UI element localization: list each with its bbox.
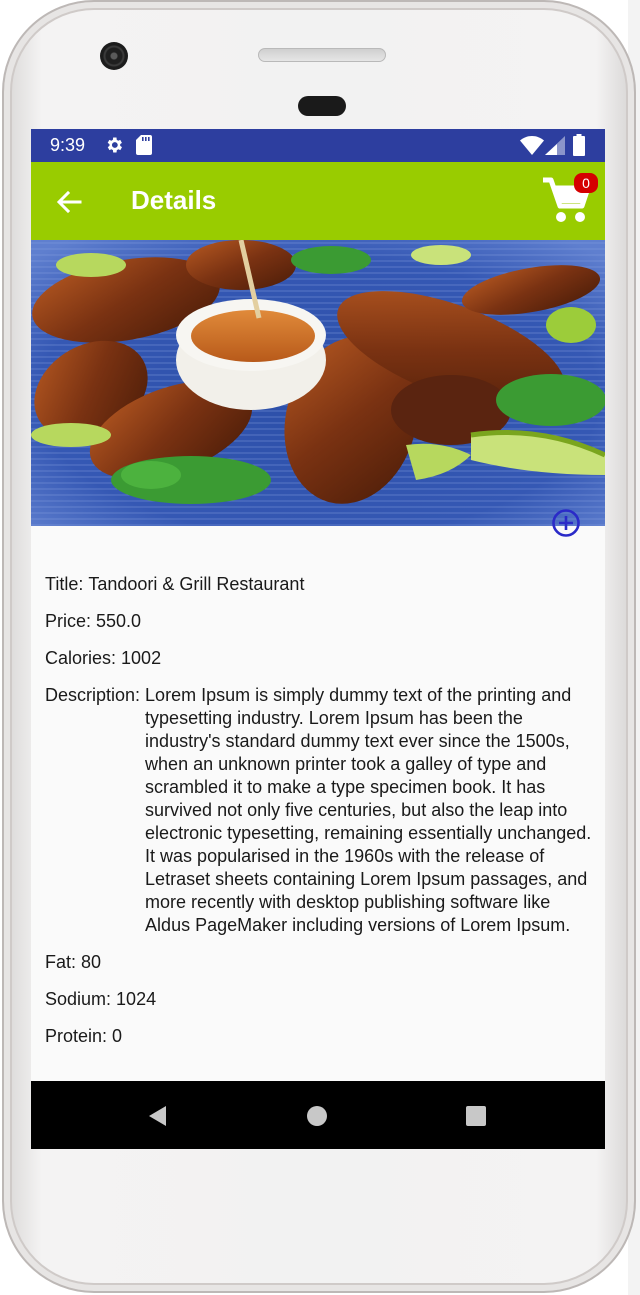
page-title: Details [131,185,217,215]
detail-sodium-row: Sodium: 1024 [45,988,597,1011]
detail-protein-row: Protein: 0 [45,1025,597,1048]
detail-description-row: Description: Lorem Ipsum is simply dummy… [45,684,597,937]
earpiece-speaker [258,48,386,62]
add-circle-icon[interactable] [550,507,582,539]
fat-value: 80 [81,952,102,972]
detail-fat-row: Fat: 80 [45,951,597,974]
detail-title-row: Title: Tandoori & Grill Restaurant [45,573,597,596]
front-camera [100,42,128,70]
back-arrow-icon[interactable] [51,184,87,220]
calories-value: 1002 [121,648,162,668]
description-label: Description: [45,685,141,705]
system-navigation-bar [31,1081,605,1149]
settings-gear-icon [107,137,122,153]
protein-value: 0 [112,1026,123,1046]
battery-icon [573,134,585,156]
cell-signal-icon [545,136,565,155]
fat-label: Fat: [45,952,77,972]
status-bar: 9:39 [31,129,605,162]
sodium-value: 1024 [116,989,157,1009]
price-value: 550.0 [96,611,142,631]
detail-calories-row: Calories: 1002 [45,647,597,670]
proximity-sensor [298,96,346,116]
sd-card-icon [136,135,152,155]
price-label: Price: [45,611,92,631]
sodium-label: Sodium: [45,989,112,1009]
protein-label: Protein: [45,1026,108,1046]
food-details: Title: Tandoori & Grill Restaurant Price… [45,573,597,1062]
cart-count-badge: 0 [574,173,598,193]
wifi-icon [520,136,544,155]
description-value: Lorem Ipsum is simply dummy text of the … [145,685,592,935]
phone-screen: 9:39 Details 0 Title: Tandoori & Grill R… [31,129,605,1149]
title-label: Title: [45,574,84,594]
nav-home-icon[interactable] [306,1105,328,1127]
app-bar: Details 0 [31,162,605,240]
calories-label: Calories: [45,648,117,668]
title-value: Tandoori & Grill Restaurant [88,574,305,594]
nav-recents-icon[interactable] [465,1105,487,1127]
status-time: 9:39 [50,135,86,155]
food-image [31,240,605,526]
nav-back-icon[interactable] [147,1105,169,1127]
detail-price-row: Price: 550.0 [45,610,597,633]
